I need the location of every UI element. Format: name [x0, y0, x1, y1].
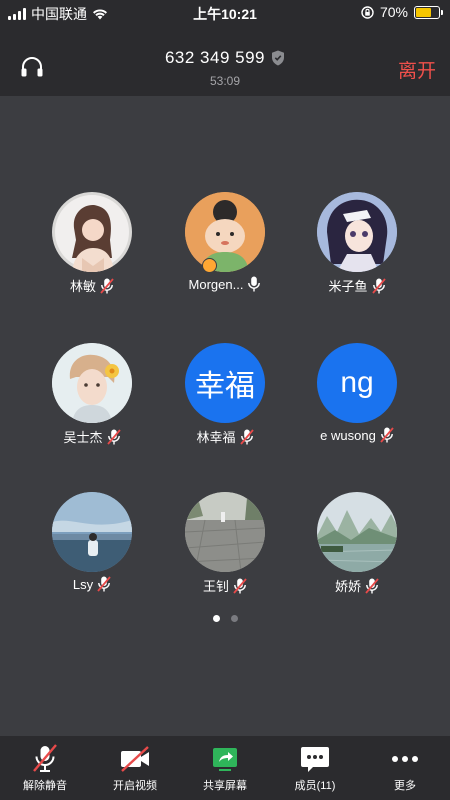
mic-muted-icon — [33, 744, 57, 772]
video-off-icon — [121, 746, 149, 772]
mic-muted-icon — [233, 577, 247, 594]
meeting-id-row: 632 349 599 — [0, 48, 450, 68]
mic-icon — [248, 276, 261, 292]
participant-tile[interactable]: Lsy — [37, 492, 147, 592]
participant-name-row: Morgen... — [189, 276, 262, 292]
participant-name-row: 林敏 — [70, 276, 114, 295]
participant-avatar — [52, 343, 132, 423]
mic-muted-icon — [239, 428, 254, 445]
participant-name-row: e wusong — [320, 427, 394, 443]
participant-name-row: 王钊 — [203, 576, 247, 595]
status-left: 中国联通 — [8, 4, 108, 24]
mic-muted-icon — [365, 577, 379, 594]
participant-tile[interactable]: ng e wusong — [302, 343, 412, 443]
participant-name: Morgen... — [188, 276, 244, 292]
unmute-label: 解除静音 — [23, 780, 67, 792]
wifi-icon — [93, 9, 107, 20]
meeting-duration: 53:09 — [209, 74, 241, 88]
share-screen-button[interactable]: 共享屏幕 — [180, 736, 270, 800]
participant-name: e wusong — [320, 427, 376, 443]
participant-name: 吴士杰 — [63, 430, 103, 445]
status-bar: 中国联通 上午10:21 70% — [0, 0, 450, 26]
participant-tile[interactable]: Morgen... — [170, 192, 280, 292]
leave-button[interactable]: 离开 — [398, 56, 436, 83]
status-right: 70% — [361, 4, 443, 20]
battery-icon — [414, 5, 443, 19]
participant-avatar: ng — [317, 343, 397, 423]
mic-muted-icon — [100, 277, 114, 294]
participant-avatar: 幸福 — [185, 343, 265, 423]
participant-tile[interactable]: 林敏 — [37, 192, 147, 295]
cellular-signal-icon — [8, 8, 26, 20]
participant-name: 王钊 — [202, 579, 229, 594]
members-button[interactable]: 成员(11) — [270, 736, 360, 800]
participant-name-row: 林幸福 — [196, 427, 254, 446]
participant-name: 林敏 — [69, 279, 96, 294]
mic-muted-icon — [106, 428, 121, 445]
avatar-initials: 幸福 — [195, 370, 255, 403]
shield-icon — [272, 50, 285, 66]
participant-name: Lsy — [72, 576, 94, 592]
participant-avatar — [185, 192, 265, 272]
battery-percent: 70% — [379, 4, 408, 20]
participant-name: 米子鱼 — [328, 279, 368, 294]
start-video-label: 开启视频 — [113, 780, 157, 792]
carrier-name: 中国联通 — [31, 6, 87, 22]
mic-muted-icon — [97, 576, 111, 592]
meeting-id: 632 349 599 — [164, 48, 266, 67]
participant-tile[interactable]: 米子鱼 — [302, 192, 412, 295]
members-label: 成员(11) — [294, 780, 336, 792]
meeting-id-group[interactable]: 632 349 599 — [165, 48, 285, 68]
participant-avatar — [317, 492, 397, 572]
participant-name: 林幸福 — [196, 430, 236, 445]
page-indicator — [0, 615, 450, 622]
participant-name-row: Lsy — [73, 576, 111, 592]
page-dot-2[interactable] — [230, 615, 238, 622]
participant-tile[interactable]: 娇娇 — [302, 492, 412, 595]
mic-muted-icon — [380, 427, 394, 443]
participant-tile[interactable]: 幸福 林幸福 — [170, 343, 280, 446]
participant-name-row: 米子鱼 — [328, 276, 386, 295]
mic-muted-icon — [371, 277, 386, 294]
share-screen-label: 共享屏幕 — [203, 780, 247, 792]
start-video-button[interactable]: 开启视频 — [90, 736, 180, 800]
unmute-button[interactable]: 解除静音 — [0, 736, 90, 800]
avatar-initials: ng — [340, 366, 374, 399]
participant-avatar — [317, 192, 397, 272]
host-badge-icon — [202, 258, 217, 273]
more-label: 更多 — [394, 780, 416, 792]
rotation-lock-icon — [361, 5, 374, 19]
participant-name: 娇娇 — [334, 579, 361, 594]
participant-avatar — [52, 192, 132, 272]
members-icon — [301, 747, 329, 772]
participant-name-row: 娇娇 — [335, 576, 379, 595]
participant-tile[interactable]: 吴士杰 — [37, 343, 147, 446]
participant-avatar — [185, 492, 265, 572]
more-button[interactable]: 更多 — [360, 736, 450, 800]
meeting-header: 632 349 599 53:09 离开 — [0, 26, 450, 96]
participant-tile[interactable]: 王钊 — [170, 492, 280, 595]
bottom-toolbar: 解除静音 开启视频 共享屏幕 成员(11) 更多 — [0, 736, 450, 800]
battery-level-fill — [416, 7, 432, 17]
participant-avatar — [52, 492, 132, 572]
share-screen-icon — [213, 748, 237, 771]
participant-name-row: 吴士杰 — [63, 427, 121, 446]
page-dot-1[interactable] — [212, 615, 220, 622]
more-icon — [392, 756, 418, 762]
